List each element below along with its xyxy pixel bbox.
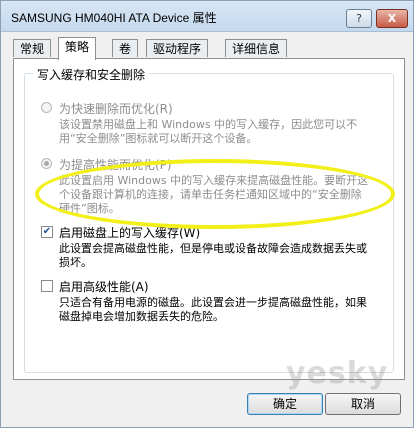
help-button[interactable]: ? (346, 9, 372, 28)
group-title: 写入缓存和安全删除 (33, 66, 150, 83)
close-button[interactable]: X (376, 9, 408, 28)
performance-option[interactable]: 为提高性能而优化(P) 此设置启用 Windows 中的写入缓存来提高磁盘性能。… (41, 156, 371, 216)
tab-bar: 常规 策略 卷 驱动程序 详细信息 (13, 37, 405, 60)
tab-panel-policies: 写入缓存和安全删除 为快速删除而优化(R) 该设置禁用磁盘上和 Windows … (13, 58, 405, 380)
advanced-performance-label: 启用高级性能(A) (59, 280, 149, 294)
tab-general[interactable]: 常规 (13, 39, 52, 57)
performance-desc: 此设置启用 Windows 中的写入缓存来提高磁盘性能。要断开这个设备跟计算机的… (59, 174, 369, 215)
write-cache-label: 启用磁盘上的写入缓存(W) (59, 226, 201, 240)
tab-volumes[interactable]: 卷 (112, 39, 139, 57)
write-cache-desc: 此设置会提高磁盘性能，但是停电或设备故障会造成数据丢失或损坏。 (59, 242, 367, 269)
quick-removal-desc: 该设置禁用磁盘上和 Windows 中的写入缓存，因此您可以不用“安全删除”图标… (59, 118, 358, 145)
write-cache-option[interactable]: ✔ 启用磁盘上的写入缓存(W) 此设置会提高磁盘性能，但是停电或设备故障会造成数… (41, 224, 371, 270)
advanced-performance-option[interactable]: 启用高级性能(A) 只适合有备用电源的磁盘。此设置会进一步提高磁盘性能，如果磁盘… (41, 278, 371, 324)
advanced-performance-desc: 只适合有备用电源的磁盘。此设置会进一步提高磁盘性能，如果磁盘掉电会增加数据丢失的… (59, 296, 367, 323)
ok-button[interactable]: 确定 (247, 393, 323, 415)
quick-removal-label: 为快速删除而优化(R) (59, 102, 173, 116)
performance-label: 为提高性能而优化(P) (59, 158, 172, 172)
performance-radio[interactable] (41, 158, 52, 169)
tab-driver[interactable]: 驱动程序 (146, 39, 209, 57)
quick-removal-option[interactable]: 为快速删除而优化(R) 该设置禁用磁盘上和 Windows 中的写入缓存，因此您… (41, 100, 371, 146)
title-bar[interactable]: SAMSUNG HM040HI ATA Device 属性 ? X (1, 1, 413, 32)
window-title: SAMSUNG HM040HI ATA Device 属性 (11, 11, 217, 25)
cancel-button[interactable]: 取消 (325, 393, 401, 415)
tab-policies[interactable]: 策略 (58, 37, 97, 60)
advanced-performance-checkbox[interactable] (41, 280, 53, 292)
write-cache-group: 写入缓存和安全删除 为快速删除而优化(R) 该设置禁用磁盘上和 Windows … (24, 66, 394, 373)
properties-dialog: SAMSUNG HM040HI ATA Device 属性 ? X 常规 策略 … (0, 0, 414, 428)
quick-removal-radio[interactable] (41, 102, 52, 113)
write-cache-checkbox[interactable]: ✔ (41, 226, 53, 238)
tab-details[interactable]: 详细信息 (225, 39, 288, 57)
